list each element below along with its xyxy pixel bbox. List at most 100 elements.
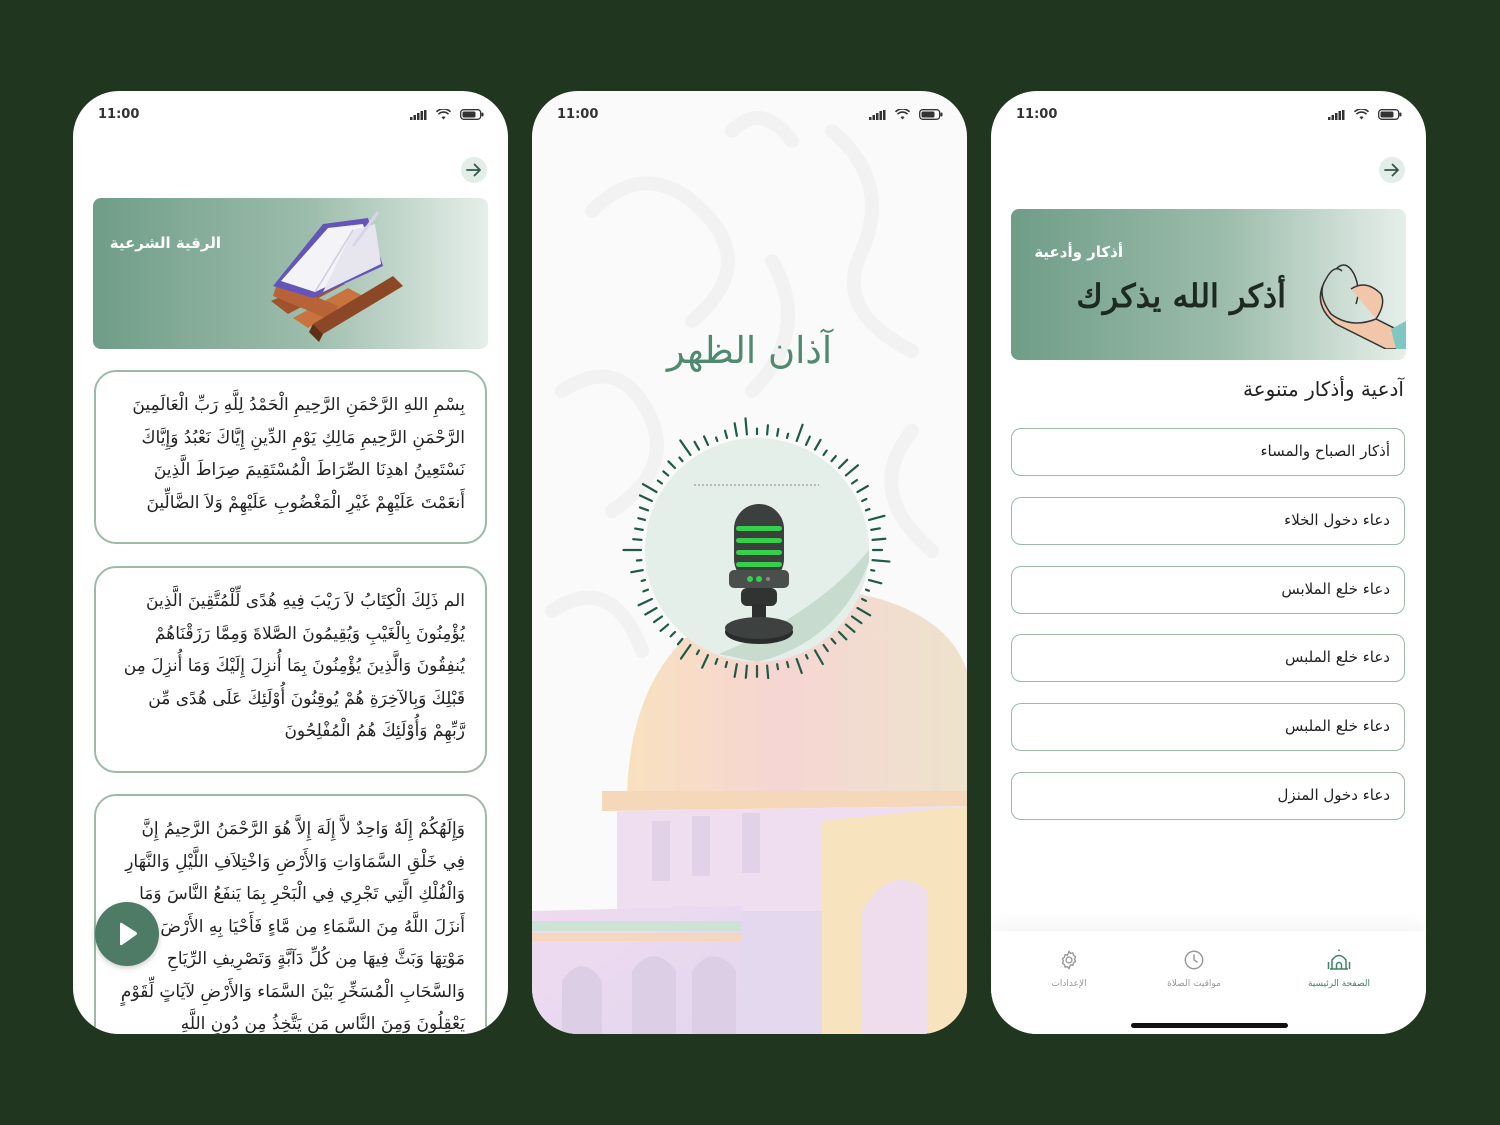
visualizer-bar (813, 649, 824, 666)
play-button[interactable] (95, 902, 159, 966)
visualizer-bar (676, 637, 684, 646)
visualizer-bar (638, 506, 650, 512)
status-bar: 11:00 (532, 105, 967, 125)
visualizer-bar (871, 537, 887, 541)
arrow-right-icon (466, 163, 481, 177)
visualizer-bar (723, 429, 729, 440)
visualizer-bar (637, 517, 647, 522)
visualizer-bar (864, 507, 871, 512)
visualizer-bar (679, 439, 692, 457)
back-button[interactable] (461, 157, 487, 183)
battery-icon (460, 109, 484, 120)
verse-text: وَإِلَهُكُمْ إِلَهٌ وَاحِدٌ لاَّ إِلَهَ … (120, 819, 465, 1034)
tab-prayer-times[interactable]: مواقيت الصلاة (1134, 949, 1254, 989)
tab-label: مواقيت الصلاة (1167, 979, 1221, 989)
visualizer-bar (822, 643, 829, 653)
gear-icon (1061, 950, 1077, 970)
visualizer-bar (744, 417, 748, 436)
visualizer-bar (634, 527, 644, 531)
wifi-icon (895, 109, 910, 120)
adhkar-banner: أذكار وأدعية أذكر الله يذكرك (1011, 209, 1406, 360)
quran-stand-image (271, 211, 403, 342)
banner-title: الرقية الشرعية (109, 234, 221, 252)
visualizer-bar (795, 423, 804, 443)
list-item-label: دعاء دخول المنزل (1277, 786, 1391, 804)
list-item[interactable]: دعاء خلع الملابس (1011, 566, 1405, 614)
visualizer-bar (861, 497, 868, 503)
wifi-icon (436, 109, 451, 120)
visualizer-bar (776, 663, 780, 671)
visualizer-bar (867, 514, 886, 522)
banner-calligraphy: أذكر الله يذكرك (1076, 277, 1286, 315)
battery-icon (919, 109, 943, 120)
verse-card-3: وَإِلَهُكُمْ إِلَهٌ وَاحِدٌ لاَّ إِلَهَ … (94, 794, 487, 1034)
visualizer-bar (632, 538, 643, 541)
visualizer-bar (837, 458, 849, 470)
visualizer-bar (837, 630, 848, 641)
tab-label: الصفحة الرئيسية (1307, 979, 1371, 989)
visualizer-bar (701, 654, 710, 669)
list-item[interactable]: دعاء دخول المنزل (1011, 772, 1405, 820)
battery-icon (1378, 109, 1402, 120)
status-time: 11:00 (557, 107, 599, 122)
visualizer-bar (679, 643, 692, 660)
visualizer-bar (733, 663, 738, 678)
visualizer-bar (640, 578, 647, 583)
verse-text: بِسْمِ اللهِ الرَّحْمَنِ الرَّحِيمِ الْح… (132, 395, 465, 513)
visualizer-bar (813, 438, 822, 451)
list-item[interactable]: دعاء دخول الخلاء (1011, 497, 1405, 545)
list-item-label: دعاء خلع الملبس (1284, 648, 1390, 666)
list-item[interactable]: دعاء خلع الملبس (1011, 703, 1405, 751)
visualizer-bar (637, 597, 653, 607)
tab-bar: الإعدادات مواقيت الصلاة الصفحة الرئيسية (991, 931, 1426, 1034)
visualizer-bar (693, 440, 701, 451)
visualizer-bar (850, 615, 863, 625)
visualizer-bar (804, 435, 811, 446)
visualizer-bar (644, 606, 658, 616)
visualizer-bar (641, 483, 658, 494)
ruqyah-banner: الرقية الشرعية (93, 198, 488, 349)
list-item-label: أذكار الصباح والمساء (1260, 442, 1390, 460)
visualizer-bar (638, 494, 653, 503)
back-button[interactable] (1379, 157, 1405, 183)
visualizer-bar (856, 606, 872, 617)
signal-icon (1328, 109, 1345, 120)
visualizer-bar (714, 657, 719, 665)
status-time: 11:00 (98, 107, 140, 122)
visualizer-bar (630, 569, 644, 574)
visualizer-bar (669, 630, 677, 638)
visualizer-bar (871, 559, 891, 563)
visualizer-bar (867, 578, 883, 585)
visualizer-bar (766, 424, 770, 436)
microphone-icon (725, 504, 793, 644)
status-bar: 11:00 (991, 105, 1426, 125)
visualizer-bar (714, 436, 719, 443)
list-item-label: دعاء خلع الملبس (1284, 717, 1390, 735)
list-item[interactable]: أذكار الصباح والمساء (1011, 428, 1405, 476)
visualizer-bar (744, 664, 748, 679)
signal-icon (410, 109, 427, 120)
ruqyah-screen: 11:00 الرقية الشرعية بِسْمِ اللهِ الرَّح… (73, 91, 508, 1034)
visualizer-bar (724, 660, 729, 669)
verse-text: الم ذَلِكَ الْكِتَابُ لاَ رَيْبَ فِيهِ ه… (123, 591, 465, 741)
visualizer-bar (766, 664, 770, 680)
play-icon (120, 922, 137, 946)
visualizer-bar (667, 460, 677, 470)
signal-icon (869, 109, 886, 120)
verse-card-2: الم ذَلِكَ الْكِتَابُ لاَ رَيْبَ فِيهِ ه… (94, 566, 487, 773)
visualizer-bar (870, 527, 881, 531)
visualizer-bar (856, 484, 869, 494)
visualizer-bar (830, 454, 837, 463)
list-item[interactable]: دعاء خلع الملبس (1011, 634, 1405, 682)
banner-title: أذكار وأدعية (1034, 243, 1123, 261)
visualizer-bar (659, 623, 670, 633)
adhan-screen: 11:00 آذان الظهر (532, 91, 967, 1034)
clock-icon (1184, 950, 1204, 970)
visualizer-bar (804, 654, 809, 660)
visualizer-bar (652, 615, 664, 624)
tab-settings[interactable]: الإعدادات (1009, 949, 1129, 989)
adhkar-screen: 11:00 أذكار وأدعية أذكر الله يذكرك آدعية… (991, 91, 1426, 1034)
list-item-label: دعاء خلع الملابس (1281, 580, 1390, 598)
visualizer-bar (785, 660, 790, 669)
tab-home[interactable]: الصفحة الرئيسية (1279, 949, 1399, 989)
